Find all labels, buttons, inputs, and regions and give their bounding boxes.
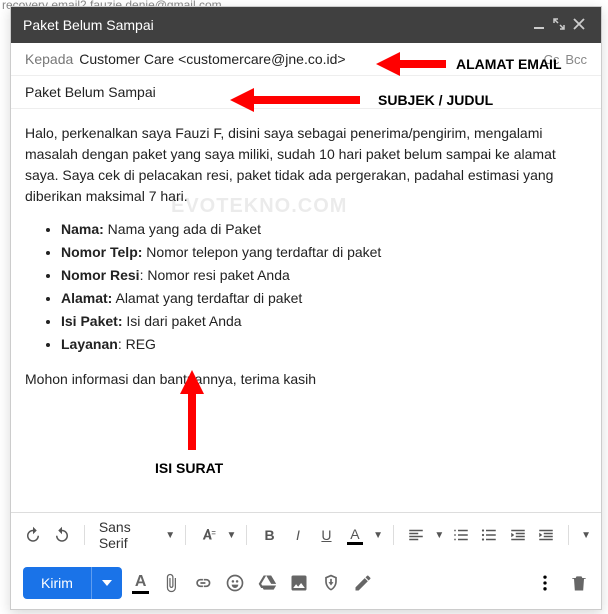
bold-icon[interactable]: B (257, 521, 281, 549)
body-list: Nama: Nama yang ada di Paket Nomor Telp:… (61, 219, 587, 355)
close-icon[interactable] (569, 17, 589, 33)
font-select[interactable]: Sans Serif (95, 519, 159, 551)
body-intro: Halo, perkenalkan saya Fauzi F, disini s… (25, 123, 587, 207)
text-color-icon[interactable]: A (343, 521, 367, 549)
image-icon[interactable] (289, 573, 309, 593)
format-toolbar: Sans Serif ▼ ▼ B I U A ▼ ▼ ▼ (11, 512, 601, 557)
confidential-icon[interactable] (321, 573, 341, 593)
list-item: Layanan: REG (61, 334, 587, 355)
indent-more-icon[interactable] (534, 521, 558, 549)
redo-icon[interactable] (49, 521, 73, 549)
more-icon[interactable] (535, 573, 555, 593)
bullet-list-icon[interactable] (477, 521, 501, 549)
bcc-link[interactable]: Bcc (565, 52, 587, 67)
subject-value: Paket Belum Sampai (25, 84, 156, 100)
list-item: Alamat: Alamat yang terdaftar di paket (61, 288, 587, 309)
send-row: Kirim A (11, 557, 601, 609)
link-icon[interactable] (193, 573, 213, 593)
numbered-list-icon[interactable] (448, 521, 472, 549)
to-value: Customer Care <customercare@jne.co.id> (79, 51, 537, 67)
formatting-toggle-icon[interactable]: A (132, 573, 150, 594)
emoji-icon[interactable] (225, 573, 245, 593)
underline-icon[interactable]: U (314, 521, 338, 549)
undo-icon[interactable] (21, 521, 45, 549)
send-options-icon[interactable] (91, 567, 122, 599)
body-closing: Mohon informasi dan bantuannya, terima k… (25, 369, 587, 390)
list-item: Nama: Nama yang ada di Paket (61, 219, 587, 240)
drive-icon[interactable] (257, 573, 277, 593)
subject-row[interactable]: Paket Belum Sampai (11, 75, 601, 108)
pen-icon[interactable] (353, 573, 373, 593)
list-item: Nomor Resi: Nomor resi paket Anda (61, 265, 587, 286)
italic-icon[interactable]: I (286, 521, 310, 549)
attach-icon[interactable] (161, 573, 181, 593)
header-fields: Kepada Customer Care <customercare@jne.c… (11, 43, 601, 109)
chevron-down-icon[interactable]: ▼ (434, 530, 444, 541)
trash-icon[interactable] (569, 573, 589, 593)
cc-link[interactable]: Cc (543, 52, 559, 67)
compose-title: Paket Belum Sampai (23, 17, 154, 33)
to-row[interactable]: Kepada Customer Care <customercare@jne.c… (11, 43, 601, 75)
indent-less-icon[interactable] (505, 521, 529, 549)
list-item: Nomor Telp: Nomor telepon yang terdaftar… (61, 242, 587, 263)
minimize-icon[interactable] (529, 17, 549, 33)
align-icon[interactable] (404, 521, 428, 549)
email-body[interactable]: EVOTEKNO.COM Halo, perkenalkan saya Fauz… (11, 109, 601, 512)
chevron-down-icon[interactable]: ▼ (227, 530, 237, 541)
chevron-down-icon[interactable]: ▼ (373, 530, 383, 541)
list-item: Isi Paket: Isi dari paket Anda (61, 311, 587, 332)
expand-icon[interactable] (549, 17, 569, 33)
compose-titlebar: Paket Belum Sampai (11, 7, 601, 43)
font-size-icon[interactable] (196, 521, 220, 549)
chevron-down-icon[interactable]: ▼ (581, 530, 591, 541)
send-button[interactable]: Kirim (23, 567, 122, 599)
to-label: Kepada (25, 51, 73, 67)
chevron-down-icon[interactable]: ▼ (165, 530, 175, 541)
compose-window: Paket Belum Sampai Kepada Customer Care … (10, 6, 602, 610)
send-label[interactable]: Kirim (23, 567, 91, 599)
